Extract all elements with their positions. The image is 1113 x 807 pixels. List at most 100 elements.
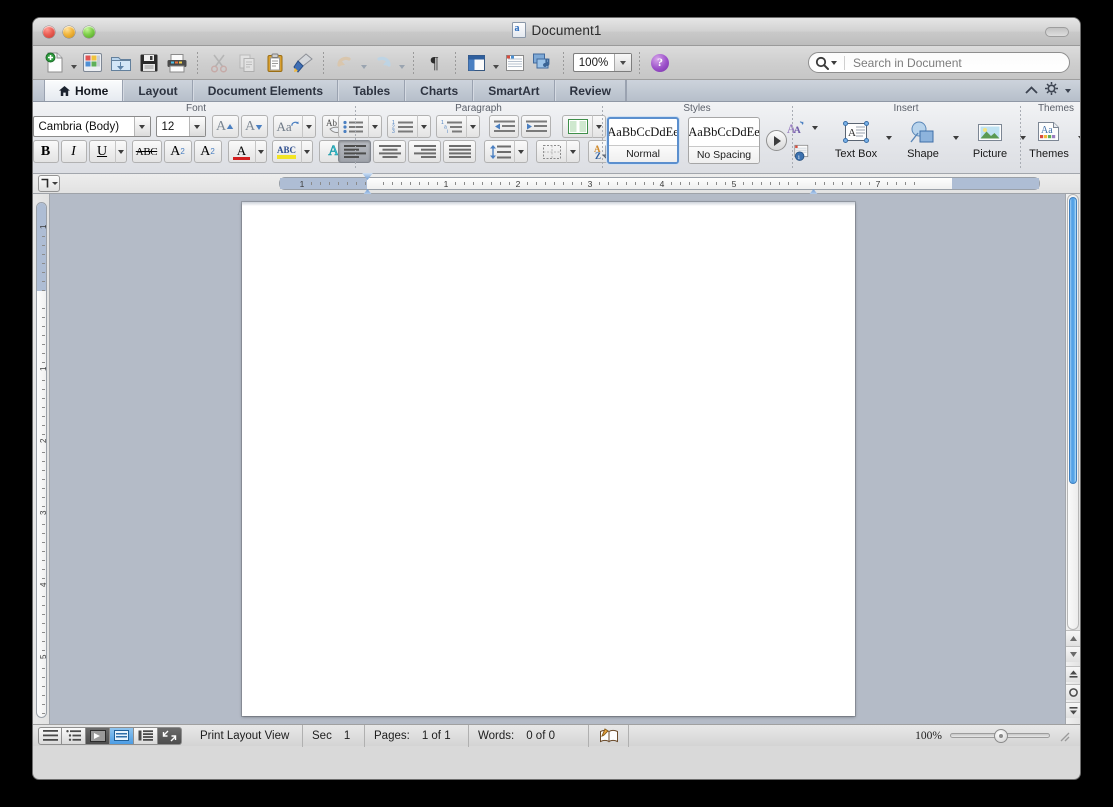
change-case-split[interactable]: Aa — [273, 115, 316, 138]
copy-icon[interactable] — [233, 50, 260, 76]
style-normal[interactable]: AaBbCcDdEе Normal — [607, 117, 679, 164]
font-color-split[interactable]: A — [228, 140, 267, 163]
gear-caret-icon[interactable] — [1065, 89, 1071, 93]
select-browse-object-button[interactable] — [1066, 684, 1080, 700]
sidebar-caret-icon[interactable] — [491, 50, 500, 76]
borders-icon[interactable] — [536, 140, 566, 163]
font-name-combobox[interactable]: Cambria (Body) — [33, 116, 151, 137]
font-size-combobox[interactable]: 12 — [156, 116, 206, 137]
multilevel-list-icon[interactable]: 1 a i — [436, 115, 466, 138]
scrollbar-track[interactable] — [1067, 194, 1079, 630]
align-right-icon[interactable] — [408, 140, 441, 163]
undo-icon[interactable] — [331, 50, 358, 76]
wordart-icon[interactable]: A A — [783, 118, 809, 138]
align-justify-icon[interactable] — [443, 140, 476, 163]
line-spacing-icon[interactable] — [484, 140, 514, 163]
redo-caret-icon[interactable] — [397, 50, 406, 76]
insert-picture-button[interactable]: Picture — [964, 116, 1016, 160]
new-document-icon[interactable] — [41, 50, 68, 76]
highlight-button[interactable]: ABC — [272, 140, 301, 163]
change-case-button[interactable]: Aa — [273, 115, 302, 138]
underline-split[interactable]: U — [89, 140, 127, 163]
highlight-dropdown-icon[interactable] — [301, 140, 313, 163]
print-icon[interactable] — [163, 50, 190, 76]
insert-text-box-button[interactable]: A Text Box — [830, 116, 882, 160]
zoom-dropdown-icon[interactable] — [614, 54, 631, 71]
font-color-dropdown-icon[interactable] — [255, 140, 267, 163]
insert-shape-button[interactable]: Shape — [897, 116, 949, 160]
underline-dropdown-icon[interactable] — [115, 140, 127, 163]
object-icon[interactable]: i — [790, 142, 815, 164]
wordart-dropdown-icon[interactable] — [809, 116, 821, 139]
strikethrough-button[interactable]: ABC — [132, 140, 162, 163]
shape-dropdown-icon[interactable] — [950, 126, 962, 149]
zoom-combobox[interactable]: 100% — [573, 53, 632, 72]
numbered-list-icon[interactable]: 1 2 3 — [387, 115, 417, 138]
scroll-down-button[interactable] — [1066, 646, 1080, 662]
font-size-dropdown-icon[interactable] — [189, 117, 205, 136]
outline-view-button[interactable] — [62, 727, 86, 745]
help-icon[interactable]: ? — [651, 54, 669, 72]
vertical-ruler[interactable]: 1 1 2 3 4 5 — [33, 194, 50, 724]
italic-button[interactable]: I — [61, 140, 87, 163]
track-changes-cell[interactable] — [589, 725, 629, 747]
notebook-layout-icon[interactable] — [501, 50, 528, 76]
tab-review[interactable]: Review — [555, 80, 626, 101]
font-color-button[interactable]: A — [228, 140, 255, 163]
vertical-scrollbar[interactable] — [1065, 194, 1080, 724]
new-document-caret-icon[interactable] — [69, 50, 78, 76]
underline-button[interactable]: U — [89, 140, 115, 163]
media-browser-icon[interactable] — [529, 50, 556, 76]
shrink-font-button[interactable]: A — [241, 115, 268, 138]
numbering-dropdown-icon[interactable] — [417, 115, 431, 138]
scroll-up-button[interactable] — [1066, 630, 1080, 646]
search-icon[interactable] — [815, 56, 837, 70]
next-page-button[interactable] — [1066, 702, 1080, 718]
tab-tables[interactable]: Tables — [338, 80, 405, 101]
document-gallery-icon[interactable] — [79, 50, 106, 76]
decrease-indent-icon[interactable] — [489, 115, 519, 138]
sidebar-icon[interactable] — [463, 50, 490, 76]
multilevel-dropdown-icon[interactable] — [466, 115, 480, 138]
bulleted-list-icon[interactable] — [338, 115, 368, 138]
draft-view-button[interactable] — [38, 727, 62, 745]
font-name-dropdown-icon[interactable] — [134, 117, 150, 136]
tab-smartart[interactable]: SmartArt — [473, 80, 554, 101]
highlight-split[interactable]: ABC — [272, 140, 313, 163]
undo-caret-icon[interactable] — [359, 50, 368, 76]
themes-button[interactable]: Aa Themes — [1025, 116, 1073, 160]
wordart-split[interactable]: A A — [783, 116, 821, 139]
save-icon[interactable] — [135, 50, 162, 76]
full-screen-view-button[interactable] — [158, 727, 182, 745]
paste-icon[interactable] — [261, 50, 288, 76]
bullets-dropdown-icon[interactable] — [368, 115, 382, 138]
columns-icon[interactable] — [562, 115, 592, 138]
search-box[interactable]: Search in Document — [808, 52, 1070, 73]
zoom-slider-knob[interactable] — [994, 729, 1008, 743]
zoom-slider[interactable] — [950, 733, 1050, 738]
cut-icon[interactable] — [205, 50, 232, 76]
increase-indent-icon[interactable] — [521, 115, 551, 138]
scrollbar-thumb[interactable] — [1069, 197, 1077, 484]
borders-dropdown-icon[interactable] — [566, 140, 580, 163]
themes-dropdown-icon[interactable] — [1075, 126, 1080, 149]
grow-font-button[interactable]: A — [212, 115, 239, 138]
multilevel-split[interactable]: 1 a i — [436, 115, 480, 138]
gear-icon[interactable] — [1045, 82, 1058, 100]
bullets-split[interactable] — [338, 115, 382, 138]
columns-split[interactable] — [562, 115, 606, 138]
print-layout-view-button[interactable] — [110, 727, 134, 745]
document-page[interactable] — [242, 202, 855, 716]
change-case-dropdown-icon[interactable] — [302, 115, 316, 138]
tab-layout[interactable]: Layout — [123, 80, 192, 101]
show-formatting-icon[interactable]: ¶ — [421, 50, 448, 76]
notebook-view-button[interactable] — [134, 727, 158, 745]
bold-button[interactable]: B — [33, 140, 59, 163]
document-canvas[interactable] — [50, 194, 1065, 724]
previous-page-button[interactable] — [1066, 666, 1080, 682]
collapse-ribbon-icon[interactable] — [1025, 82, 1038, 100]
redo-icon[interactable] — [369, 50, 396, 76]
horizontal-ruler[interactable]: 1 1 2 3 4 5 7 — [279, 177, 1040, 190]
publishing-view-button[interactable] — [86, 727, 110, 745]
line-spacing-split[interactable] — [484, 140, 528, 163]
